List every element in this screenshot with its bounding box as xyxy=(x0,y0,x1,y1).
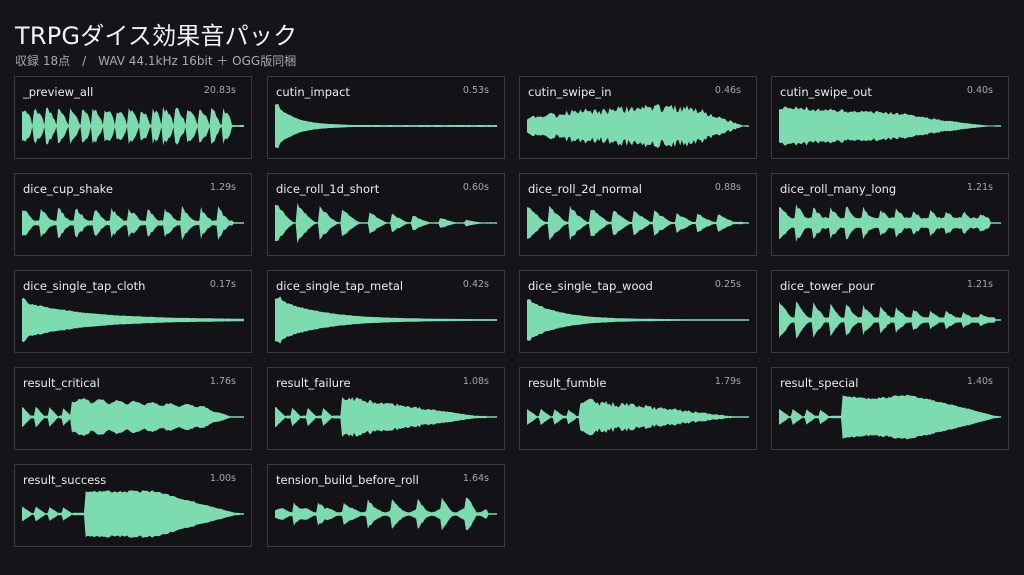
sound-duration: 0.17s xyxy=(209,279,236,290)
sound-name: dice_single_tap_cloth xyxy=(23,279,146,293)
waveform xyxy=(275,202,497,244)
sound-duration: 1.21s xyxy=(966,182,993,193)
sound-card-result-special[interactable]: result_special 1.40s xyxy=(771,367,1009,450)
waveform xyxy=(275,296,497,344)
waveform xyxy=(779,394,1001,440)
sound-name: cutin_swipe_in xyxy=(528,85,612,99)
sound-duration: 20.83s xyxy=(203,85,236,96)
sound-duration: 1.40s xyxy=(966,376,993,387)
sound-card-dice-single-tap-metal[interactable]: dice_single_tap_metal 0.42s xyxy=(267,270,505,353)
sound-name: result_failure xyxy=(276,376,351,390)
sound-duration: 1.08s xyxy=(462,376,489,387)
sound-name: tension_build_before_roll xyxy=(276,473,419,487)
sound-name: result_fumble xyxy=(528,376,607,390)
sound-duration: 0.46s xyxy=(714,85,741,96)
sound-duration: 0.25s xyxy=(714,279,741,290)
sound-name: result_success xyxy=(23,473,107,487)
sound-card-preview-all[interactable]: _preview_all 20.83s xyxy=(14,76,252,159)
sound-duration: 0.60s xyxy=(462,182,489,193)
sound-name: dice_tower_pour xyxy=(780,279,875,293)
waveform xyxy=(527,205,749,241)
waveform xyxy=(527,398,749,436)
sound-name: result_special xyxy=(780,376,859,390)
sound-duration: 0.40s xyxy=(966,85,993,96)
waveform xyxy=(779,301,1001,339)
sound-card-dice-roll-1d-short[interactable]: dice_roll_1d_short 0.60s xyxy=(267,173,505,256)
sound-duration: 1.64s xyxy=(462,473,489,484)
page-subtitle: 収録 18点 / WAV 44.1kHz 16bit ＋ OGG版同梱 xyxy=(15,54,297,68)
sound-card-dice-cup-shake[interactable]: dice_cup_shake 1.29s xyxy=(14,173,252,256)
waveform xyxy=(779,204,1001,242)
sound-name: dice_cup_shake xyxy=(23,182,113,196)
sound-name: dice_single_tap_wood xyxy=(528,279,653,293)
waveform xyxy=(22,297,244,343)
sound-card-dice-roll-2d-normal[interactable]: dice_roll_2d_normal 0.88s xyxy=(519,173,757,256)
waveform xyxy=(275,397,497,437)
sound-card-dice-tower-pour[interactable]: dice_tower_pour 1.21s xyxy=(771,270,1009,353)
sound-card-result-success[interactable]: result_success 1.00s xyxy=(14,464,252,547)
sound-name: dice_roll_2d_normal xyxy=(528,182,642,196)
waveform xyxy=(22,397,244,437)
sound-duration: 1.21s xyxy=(966,279,993,290)
sound-card-cutin-swipe-out[interactable]: cutin_swipe_out 0.40s xyxy=(771,76,1009,159)
waveform xyxy=(527,104,749,148)
sound-name: cutin_impact xyxy=(276,85,350,99)
sound-name: _preview_all xyxy=(23,85,94,99)
sound-card-dice-single-tap-cloth[interactable]: dice_single_tap_cloth 0.17s xyxy=(14,270,252,353)
sound-duration: 1.76s xyxy=(209,376,236,387)
waveform xyxy=(275,104,497,148)
waveform xyxy=(275,497,497,531)
sound-card-result-critical[interactable]: result_critical 1.76s xyxy=(14,367,252,450)
sound-card-cutin-swipe-in[interactable]: cutin_swipe_in 0.46s xyxy=(519,76,757,159)
sound-name: result_critical xyxy=(23,376,100,390)
sound-name: dice_single_tap_metal xyxy=(276,279,404,293)
waveform xyxy=(22,205,244,241)
sound-card-result-failure[interactable]: result_failure 1.08s xyxy=(267,367,505,450)
sound-name: dice_roll_1d_short xyxy=(276,182,380,196)
sound-duration: 0.53s xyxy=(462,85,489,96)
sound-card-result-fumble[interactable]: result_fumble 1.79s xyxy=(519,367,757,450)
sound-card-dice-roll-many-long[interactable]: dice_roll_many_long 1.21s xyxy=(771,173,1009,256)
sound-duration: 1.29s xyxy=(209,182,236,193)
waveform xyxy=(22,490,244,538)
sound-name: dice_roll_many_long xyxy=(780,182,897,196)
page-title: TRPGダイス効果音パック xyxy=(15,22,298,50)
sound-name: cutin_swipe_out xyxy=(780,85,872,99)
sound-duration: 0.42s xyxy=(462,279,489,290)
sound-duration: 1.79s xyxy=(714,376,741,387)
sound-card-tension-build-before-roll[interactable]: tension_build_before_roll 1.64s xyxy=(267,464,505,547)
sound-duration: 0.88s xyxy=(714,182,741,193)
waveform xyxy=(779,106,1001,146)
waveform xyxy=(22,106,244,146)
waveform xyxy=(527,299,749,341)
sound-duration: 1.00s xyxy=(209,473,236,484)
sound-card-cutin-impact[interactable]: cutin_impact 0.53s xyxy=(267,76,505,159)
sound-card-dice-single-tap-wood[interactable]: dice_single_tap_wood 0.25s xyxy=(519,270,757,353)
